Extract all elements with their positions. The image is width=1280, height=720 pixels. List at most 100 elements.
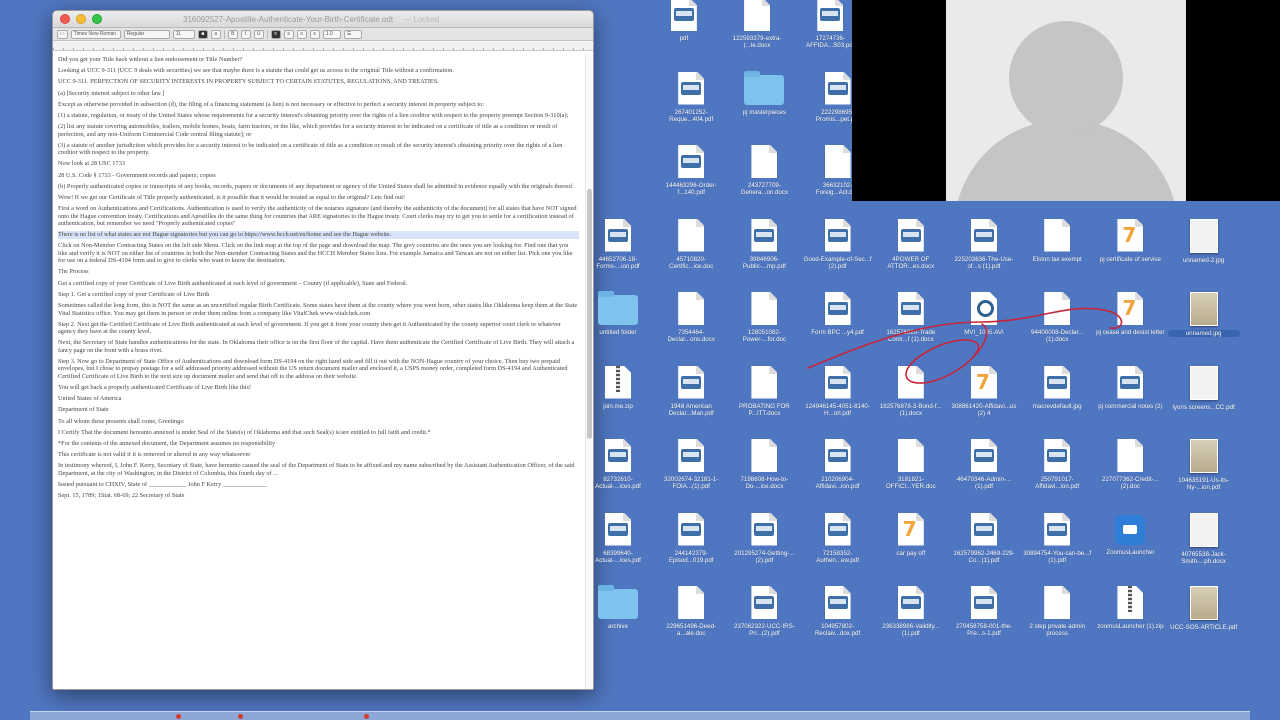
desktop-file[interactable]: 7354464-Declar...ons.docx [655,290,727,360]
desktop-file[interactable]: 7 pj cease and desist letter [1094,290,1166,360]
format-toolbar: ‹ › Times New Roman Regular 11 ■ a B I U… [53,28,593,41]
list-style-select[interactable]: ☰ [343,29,362,39]
highlight-button[interactable]: a [210,29,221,39]
desktop-file[interactable]: 104635191-Us-lts-Ny-...ion.pdf [1168,437,1240,507]
dock-app-icon[interactable] [238,714,243,719]
font-family-select[interactable]: Times New Roman [70,29,121,39]
align-left-button[interactable]: ≡ [270,29,281,39]
desktop-file[interactable]: 82732610-Actual-...ices.pdf [582,437,654,507]
desktop-file[interactable]: 39846906-Public-...mp.pdf [728,217,800,287]
generic-file-icon [751,145,778,178]
desktop-file[interactable]: 122593379-extra-(...le.docx [721,0,793,66]
desktop-file[interactable]: 2 step private admin process [1021,584,1093,654]
desktop-file-label: 162579962-2469-229-Co...(1).pdf [953,549,1015,564]
desktop-file[interactable]: UCC-SOS-ARTICLE.pdf [1168,584,1240,654]
desktop-file[interactable]: 237062322-UCC-IRS-Pri...(2).pdf [728,584,800,654]
desktop-file[interactable]: 250791017-Affidavi...ion.pdf [1021,437,1093,507]
desktop-file[interactable]: 210206904-Affidavi...ion.pdf [802,437,874,507]
align-right-button[interactable]: ≡ [296,29,307,39]
desktop-file-label: 124946145-4051-8140-H...orl.pdf [805,402,870,417]
window-status: — Locked [403,14,440,24]
desktop-file-label: Form BPC ...y4.pdf [811,329,864,336]
minimize-window-button[interactable] [76,14,86,24]
underline-button[interactable]: U [253,29,264,39]
italic-button[interactable]: I [240,29,251,39]
desktop-file[interactable]: pj commercial notes (2) [1094,364,1166,434]
generic-file-icon [1117,439,1144,472]
desktop-file[interactable]: 44652706-18-Forms-...ion.pdf [582,217,654,287]
desktop-file[interactable]: 68399640-Actual-...ices.pdf [582,511,654,581]
desktop-file[interactable]: ZoomusLauncher [1094,511,1166,581]
desktop-file[interactable]: 236338986-Validity...(1).pdf [875,584,947,654]
desktop-file[interactable]: MVI_1065.AVI [948,290,1020,360]
desktop-file[interactable]: 94400008-Declar...(1).docx [1021,290,1093,360]
desktop-file[interactable]: 229651496-Deed-a...ale.doc [655,584,727,654]
nav-arrows-button[interactable]: ‹ › [57,29,68,39]
dock-app-icon[interactable] [176,714,181,719]
desktop-file[interactable]: pdf [648,0,720,66]
desktop-file[interactable]: unnamed.jpg [1167,290,1240,360]
desktop-file[interactable]: Form BPC ...y4.pdf [802,290,874,360]
desktop-file[interactable]: pj masterpieces [728,70,800,140]
document-body[interactable]: Did you get your Title back without a li… [53,53,585,689]
desktop-file[interactable]: 128051082-Power-...for.doc [728,290,800,360]
font-style-select[interactable]: Regular [123,29,170,39]
desktop-file[interactable]: PROBATING FOR P...ITT.docx [728,364,800,434]
pdf-preview-glyph [827,375,848,389]
desktop-file[interactable]: 7 308861420-Affidavi...us (2) 4 [948,364,1020,434]
desktop-file[interactable]: 7198608-How-to-Do-...ice.docx [728,437,800,507]
text-color-button[interactable]: ■ [197,29,208,39]
desktop-file[interactable]: archive [582,584,654,654]
zoom-window-button[interactable] [92,14,102,24]
ruler[interactable] [53,41,593,51]
desktop-file[interactable]: 7 pj certificate of service [1094,217,1166,287]
line-spacing-select[interactable]: 1.0 [322,29,341,39]
desktop-file[interactable]: 162579962-2469-229-Co...(1).pdf [948,511,1020,581]
desktop-file-label: 236338986-Validity...(1).pdf [882,623,940,638]
justify-button[interactable]: ≡ [309,29,320,39]
desktop-file[interactable]: join.me.zip [582,364,654,434]
desktop-file[interactable]: 40765538-Jack-Smith-...ph.docx [1168,511,1240,581]
window-titlebar[interactable]: 316092527-Apostille-Authenticate-Your-Bi… [53,11,593,28]
document-window: 316092527-Apostille-Authenticate-Your-Bi… [52,10,594,690]
desktop-file[interactable]: 162576920-Trade Contr...f (1).docx [875,290,947,360]
desktop-file[interactable]: 46470346-Admin-...(1).pdf [948,437,1020,507]
desktop-file[interactable]: 244142379-Episod...019.pdf [655,511,727,581]
desktop-file[interactable]: 30894754-You-can-be...f (1).pdf [1021,511,1093,581]
desktop-file[interactable]: 7 car pay off [875,511,947,581]
desktop-file[interactable]: 3181821-OFFICI...YER.doc [875,437,947,507]
desktop-file[interactable]: 45710820-Certific...ice.doc [655,217,727,287]
desktop-file[interactable]: 267401252-Reque...404.pdf [655,70,727,140]
desktop-file[interactable]: 1948 American Declar...Man.pdf [655,364,727,434]
desktop-file[interactable]: 243727709-Genera...on.docx [728,143,800,213]
desktop-file[interactable]: 162576878-3-Bond-f...(1).docx [875,364,947,434]
font-size-select[interactable]: 11 [172,29,195,39]
desktop-file[interactable]: Elston tax exempt [1021,217,1093,287]
pdf-preview-glyph [974,596,994,609]
desktop-file[interactable]: 225203636-The-Use-of...s (1).pdf [948,217,1020,287]
desktop-file[interactable]: lyons screens...CC.pdf [1168,364,1240,434]
desktop-file[interactable]: 72158352-Authen...ew.pdf [802,511,874,581]
desktop-file[interactable]: macrevdefault.jpg [1021,364,1093,434]
desktop-file[interactable]: 201295274-Getting-...(2).pdf [728,511,800,581]
desktop-file[interactable]: 32002674-32181-1-FOIA...(1).pdf [655,437,727,507]
desktop-file[interactable]: 270458758-001-the-Pre...s-1.pdf [948,584,1020,654]
desktop-file[interactable]: unnamed-2.jpg [1168,217,1240,287]
bold-button[interactable]: B [227,29,238,39]
desktop-file[interactable]: untitled folder [582,290,654,360]
close-window-button[interactable] [60,14,70,24]
align-center-button[interactable]: ≡ [283,29,294,39]
dock-app-icon[interactable] [364,714,369,719]
desktop-file[interactable]: 124946145-4051-8140-H...orl.pdf [802,364,874,434]
desktop-file[interactable]: 4POWER OF ATTOR...es.docx [875,217,947,287]
desktop-file[interactable]: zoomusLauncher (1).zip [1094,584,1166,654]
desktop-file[interactable]: 144463296-Order-f...140.pdf [655,143,727,213]
pdf-preview-glyph [681,155,702,168]
desktop-file[interactable]: 104957802-Reclaiv...dox.pdf [802,584,874,654]
doc-paragraph-hague-link[interactable]: There is no list of what states are not … [58,231,579,239]
doc-paragraph: (2) list any statute covering automobile… [58,123,558,138]
desktop-file-label: 72158352-Authen...ew.pdf [816,549,859,564]
desktop-file-label: pj certificate of service [1099,255,1161,263]
desktop-file[interactable]: Good-Example-of-Sec...f (2).pdf [802,217,874,287]
desktop-file[interactable]: 227077362-Credit-...(2).doc [1094,437,1166,507]
